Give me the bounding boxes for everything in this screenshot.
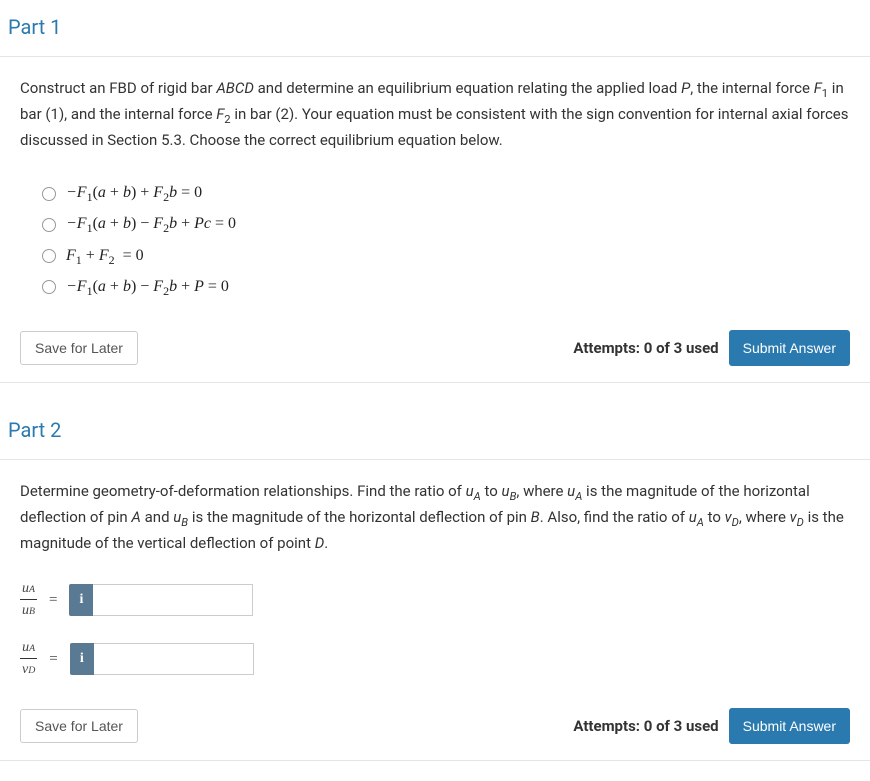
- part-2-body: Determine geometry-of-deformation relati…: [0, 460, 870, 761]
- radio-icon[interactable]: [42, 249, 56, 263]
- submit-button[interactable]: Submit Answer: [729, 708, 850, 744]
- part-1-title: Part 1: [0, 0, 870, 57]
- q-uA: u: [567, 482, 575, 500]
- num: u: [22, 581, 29, 596]
- q-text: , where: [739, 508, 790, 526]
- q-uB: u: [502, 482, 510, 500]
- part-1: Part 1 Construct an FBD of rigid bar ABC…: [0, 0, 870, 383]
- save-button[interactable]: Save for Later: [20, 709, 138, 743]
- footer-right: Attempts: 0 of 3 used Submit Answer: [573, 330, 850, 366]
- den-sub: D: [28, 665, 35, 676]
- footer-right: Attempts: 0 of 3 used Submit Answer: [573, 708, 850, 744]
- q-text: Construct an FBD of rigid bar: [20, 79, 216, 97]
- den: u: [22, 603, 29, 618]
- q-uA: u: [689, 508, 697, 526]
- q-F1: F: [814, 79, 822, 97]
- answer-input-1[interactable]: [93, 584, 253, 616]
- answer-input-2[interactable]: [94, 643, 254, 675]
- q-vD-sub: D: [732, 516, 739, 529]
- part-2-question: Determine geometry-of-deformation relati…: [20, 480, 850, 554]
- part-2-title: Part 2: [0, 403, 870, 460]
- den-sub: B: [29, 606, 35, 617]
- q-text: to: [481, 482, 502, 500]
- q-vD-sub: D: [797, 516, 804, 529]
- q-pinB: B: [531, 508, 540, 526]
- q-uA-sub: A: [474, 490, 481, 503]
- radio-icon[interactable]: [42, 280, 56, 294]
- option-row[interactable]: −F1(a + b) + F2b = 0: [42, 181, 850, 206]
- q-vD: v: [725, 508, 732, 526]
- q-vD: v: [790, 508, 797, 526]
- part-1-question: Construct an FBD of rigid bar ABCD and d…: [20, 77, 850, 151]
- q-text: . Also, find the ratio of: [540, 508, 689, 526]
- q-uA-sub: A: [697, 516, 704, 529]
- ratio-row-1: uA uB = i: [20, 578, 850, 621]
- equals-sign: =: [49, 648, 57, 671]
- attempts-text: Attempts: 0 of 3 used: [573, 715, 718, 738]
- num-sub: A: [29, 643, 35, 654]
- info-icon[interactable]: i: [70, 643, 94, 675]
- q-pinD: D: [315, 534, 325, 552]
- q-text: to: [704, 508, 725, 526]
- radio-icon[interactable]: [42, 218, 56, 232]
- q-P: P: [681, 79, 690, 97]
- q-text: , the internal force: [690, 79, 813, 97]
- option-row[interactable]: −F1(a + b) − F2b + P = 0: [42, 275, 850, 300]
- part-1-body: Construct an FBD of rigid bar ABCD and d…: [0, 57, 870, 383]
- part-2: Part 2 Determine geometry-of-deformation…: [0, 403, 870, 761]
- attempts-text: Attempts: 0 of 3 used: [573, 337, 718, 360]
- q-abcd: ABCD: [216, 79, 254, 97]
- ratio-row-2: uA vD = i: [20, 637, 850, 680]
- info-icon[interactable]: i: [69, 584, 93, 616]
- q-text: and determine an equilibrium equation re…: [254, 79, 681, 97]
- ratio-label: uA uB: [20, 578, 37, 621]
- part-2-footer: Save for Later Attempts: 0 of 3 used Sub…: [20, 708, 850, 744]
- q-text: Determine geometry-of-deformation relati…: [20, 482, 466, 500]
- part-1-footer: Save for Later Attempts: 0 of 3 used Sub…: [20, 330, 850, 366]
- options-list: −F1(a + b) + F2b = 0 −F1(a + b) − F2b + …: [42, 181, 850, 300]
- q-text: .: [324, 534, 328, 552]
- radio-icon[interactable]: [42, 187, 56, 201]
- option-row[interactable]: −F1(a + b) − F2b + Pc = 0: [42, 212, 850, 237]
- ratio-label: uA vD: [20, 637, 37, 680]
- submit-button[interactable]: Submit Answer: [729, 330, 850, 366]
- q-text: and: [141, 508, 173, 526]
- equals-sign: =: [49, 589, 57, 612]
- num-sub: A: [29, 584, 35, 595]
- save-button[interactable]: Save for Later: [20, 331, 138, 365]
- q-uA: u: [466, 482, 474, 500]
- q-text: is the magnitude of the horizontal defle…: [188, 508, 531, 526]
- q-pinA: A: [131, 508, 141, 526]
- q-text: , where: [516, 482, 567, 500]
- option-row[interactable]: F1 + F2 = 0: [42, 244, 850, 269]
